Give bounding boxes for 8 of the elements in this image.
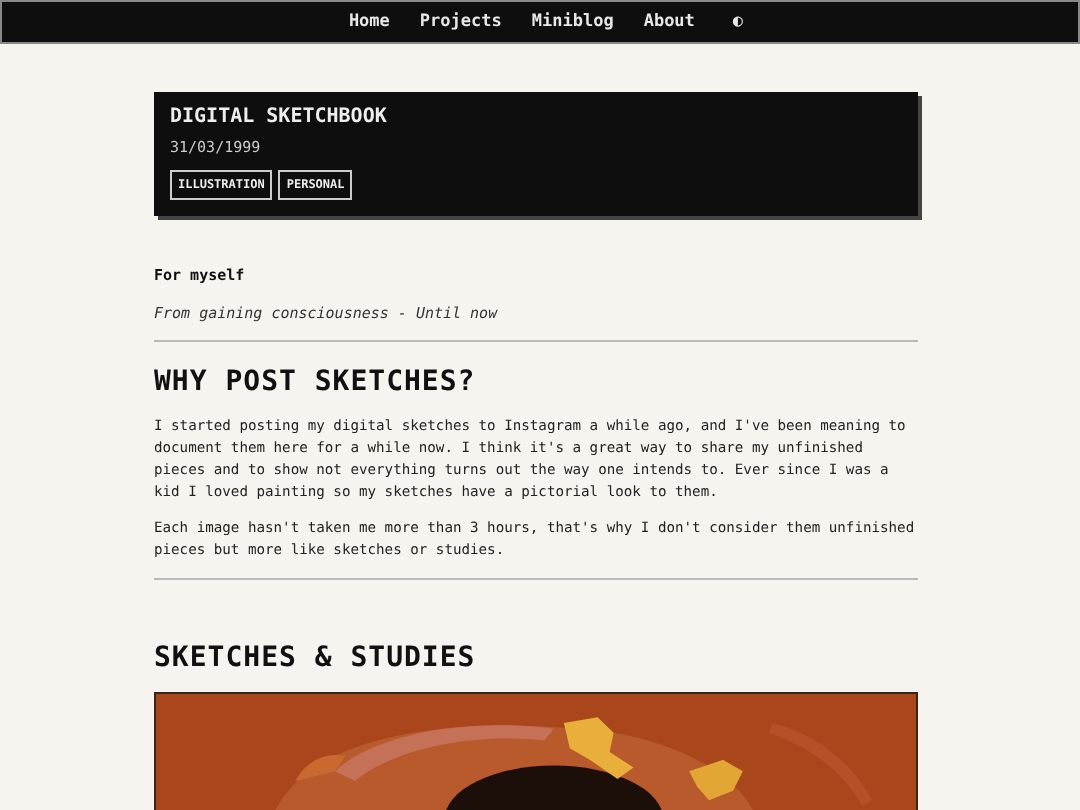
theme-toggle[interactable]: ◐ bbox=[732, 9, 744, 35]
nav-link[interactable]: Projects bbox=[419, 9, 502, 35]
section-heading: SKETCHES & STUDIES bbox=[154, 640, 478, 676]
section-heading: WHY POST SKETCHES? bbox=[154, 364, 478, 400]
nav-link[interactable]: About bbox=[643, 9, 695, 35]
nav-link[interactable]: Home bbox=[348, 9, 390, 35]
nav-link[interactable]: Miniblog bbox=[531, 9, 614, 35]
post-title: DIGITAL SKETCHBOOK bbox=[170, 106, 389, 130]
